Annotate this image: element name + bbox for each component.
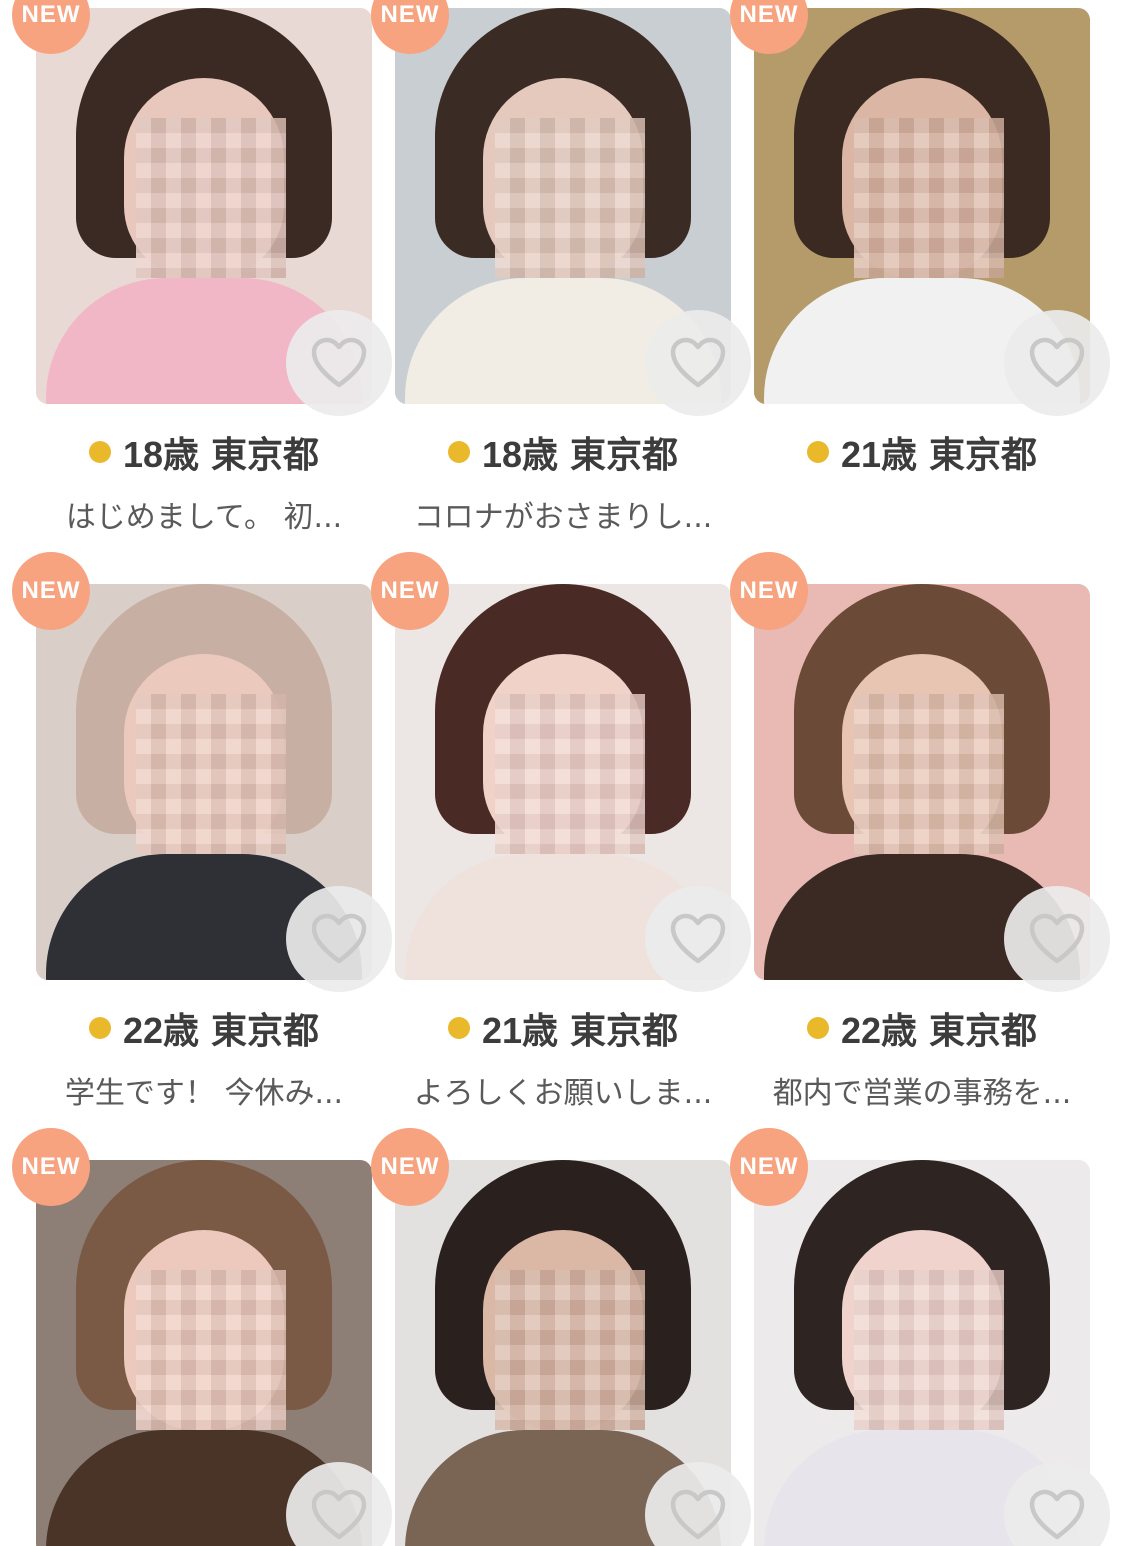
age: 22歳: [122, 1010, 200, 1051]
heart-icon: [670, 337, 726, 388]
heart-icon: [1029, 337, 1085, 388]
heart-icon: [311, 337, 367, 388]
heart-icon: [1029, 913, 1085, 964]
profile-bio: コロナがおさまりし...: [413, 500, 713, 535]
like-button[interactable]: [645, 310, 751, 416]
location: 東京都: [570, 1010, 679, 1051]
like-button[interactable]: [1004, 886, 1110, 992]
like-button[interactable]: [286, 886, 392, 992]
like-button[interactable]: [1004, 310, 1110, 416]
age: 18歳: [122, 434, 200, 475]
location: 東京都: [570, 434, 679, 475]
heart-icon: [311, 913, 367, 964]
location: 東京都: [211, 1010, 320, 1051]
like-button[interactable]: [645, 886, 751, 992]
profile-info: 22歳 東京都: [754, 1002, 1090, 1054]
online-status-dot: [447, 441, 470, 463]
profile-info: 21歳 東京都: [754, 426, 1090, 478]
age: 22歳: [840, 1010, 918, 1051]
profile-bio: 都内で営業の事務を...: [772, 1076, 1072, 1111]
new-badge: NEW: [12, 1128, 90, 1206]
new-badge: NEW: [371, 1128, 449, 1206]
online-status-dot: [447, 1017, 470, 1039]
new-badge: NEW: [730, 1128, 808, 1206]
profile-bio: はじめまして。 初...: [65, 500, 343, 535]
profile-info: 21歳 東京都: [395, 1002, 731, 1054]
profile-bio: よろしくお願いしま...: [413, 1076, 713, 1111]
profile-grid: NEW 18歳 東京都 はじめまして。 初... NEW 18歳 東京都 コロナがお…: [0, 0, 1125, 1546]
location: 東京都: [211, 434, 320, 475]
age: 18歳: [481, 434, 559, 475]
location: 東京都: [929, 434, 1038, 475]
heart-icon: [311, 1489, 367, 1540]
heart-icon: [1029, 1489, 1085, 1540]
age: 21歳: [840, 434, 918, 475]
age: 21歳: [481, 1010, 559, 1051]
heart-icon: [670, 913, 726, 964]
online-status-dot: [806, 441, 829, 463]
like-button[interactable]: [286, 310, 392, 416]
profile-info: 18歳 東京都: [395, 426, 731, 478]
new-badge: NEW: [371, 552, 449, 630]
new-badge: NEW: [730, 552, 808, 630]
heart-icon: [670, 1489, 726, 1540]
profile-bio: 学生です！ 今休み...: [64, 1076, 344, 1111]
profile-info: 22歳 東京都: [36, 1002, 372, 1054]
new-badge: NEW: [12, 552, 90, 630]
online-status-dot: [88, 441, 111, 463]
profile-info: 18歳 東京都: [36, 426, 372, 478]
online-status-dot: [88, 1017, 111, 1039]
online-status-dot: [806, 1017, 829, 1039]
location: 東京都: [929, 1010, 1038, 1051]
